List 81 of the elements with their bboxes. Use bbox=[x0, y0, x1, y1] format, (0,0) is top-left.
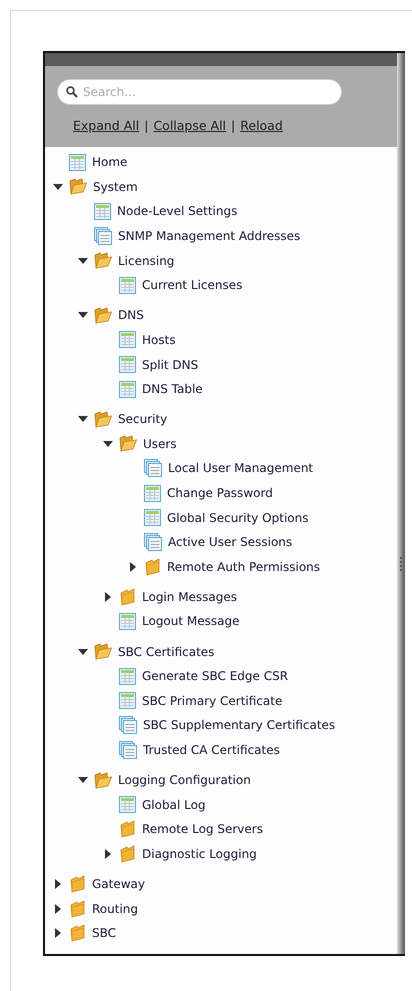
table-page-icon bbox=[69, 154, 86, 171]
table-page-icon bbox=[119, 668, 136, 685]
tree-item-label[interactable]: SBC Certificates bbox=[118, 642, 214, 661]
expand-arrow-icon[interactable] bbox=[103, 848, 113, 859]
table-page-icon bbox=[119, 796, 136, 814]
tree-item-label[interactable]: Licensing bbox=[118, 252, 174, 270]
folder-icon bbox=[69, 900, 86, 918]
table-page-icon bbox=[119, 356, 136, 374]
tree-item-label[interactable]: Login Messages bbox=[142, 588, 238, 606]
tree-item-label[interactable]: Current Licenses bbox=[142, 276, 242, 294]
open-folder-icon bbox=[94, 252, 112, 270]
table-page-icon bbox=[119, 276, 136, 294]
tree-item-label[interactable]: System bbox=[93, 178, 138, 196]
tree-item-label[interactable]: SNMP Management Addresses bbox=[118, 227, 300, 246]
link-separator: | bbox=[231, 117, 236, 135]
tree-action-link[interactable]: Reload bbox=[240, 117, 283, 136]
folder-icon bbox=[69, 924, 86, 942]
link-separator: | bbox=[144, 117, 148, 135]
folder-icon bbox=[119, 844, 136, 863]
table-page-icon bbox=[119, 331, 136, 348]
tree-item-label[interactable]: Node-Level Settings bbox=[117, 202, 238, 220]
collapse-arrow-icon[interactable] bbox=[103, 438, 113, 449]
table-page-icon bbox=[119, 380, 136, 398]
collapse-arrow-icon[interactable] bbox=[53, 182, 63, 192]
expand-arrow-icon[interactable] bbox=[128, 562, 138, 572]
tree-item-label[interactable]: Change Password bbox=[167, 484, 273, 502]
scrollbar[interactable] bbox=[397, 53, 405, 954]
open-folder-icon bbox=[94, 410, 112, 428]
tree-item-label[interactable]: Logout Message bbox=[142, 612, 240, 630]
open-folder-icon bbox=[94, 306, 112, 324]
tree-item-label[interactable]: Routing bbox=[92, 900, 138, 918]
tree-action-link[interactable]: Expand All bbox=[73, 117, 140, 136]
open-folder-icon bbox=[69, 178, 87, 196]
tree-item-label[interactable]: Generate SBC Edge CSR bbox=[142, 667, 288, 686]
tree-item-label[interactable]: DNS Table bbox=[142, 380, 203, 398]
folder-icon bbox=[69, 874, 86, 893]
open-folder-icon bbox=[94, 643, 112, 660]
tree-item-label[interactable]: Logging Configuration bbox=[118, 771, 251, 790]
stacked-pages-icon bbox=[94, 227, 112, 246]
tree-item-label[interactable]: Remote Log Servers bbox=[142, 820, 263, 838]
stacked-pages-icon bbox=[144, 533, 162, 552]
stacked-pages-icon bbox=[119, 716, 137, 734]
table-page-icon bbox=[119, 692, 136, 710]
tree-action-link[interactable]: Collapse All bbox=[153, 117, 226, 136]
table-page-icon bbox=[144, 509, 161, 526]
tree-item-label[interactable]: Home bbox=[92, 153, 128, 172]
stacked-pages-icon bbox=[119, 740, 137, 759]
collapse-arrow-icon[interactable] bbox=[78, 414, 88, 424]
tree-item-label[interactable]: Gateway bbox=[92, 874, 146, 893]
tree-item-label[interactable]: Hosts bbox=[142, 330, 176, 349]
tree-item-label[interactable]: Remote Auth Permissions bbox=[167, 558, 320, 576]
expand-arrow-icon[interactable] bbox=[53, 878, 63, 889]
tree-item-label[interactable]: SBC bbox=[92, 924, 116, 942]
collapse-arrow-icon[interactable] bbox=[78, 310, 88, 320]
expand-arrow-icon[interactable] bbox=[53, 928, 63, 938]
tree-item-label[interactable]: Security bbox=[118, 410, 168, 428]
stacked-pages-icon bbox=[144, 459, 162, 478]
search-field[interactable]: Search... bbox=[57, 79, 342, 105]
table-page-icon bbox=[94, 202, 111, 220]
tree-item-label[interactable]: Diagnostic Logging bbox=[142, 844, 257, 863]
tree-item-label[interactable]: Global Log bbox=[142, 796, 206, 814]
table-page-icon bbox=[144, 484, 161, 502]
tree-item-label[interactable]: Global Security Options bbox=[167, 508, 308, 527]
tree-item-label[interactable]: Trusted CA Certificates bbox=[143, 740, 280, 759]
folder-icon bbox=[144, 558, 161, 576]
tree-item-label[interactable]: DNS bbox=[118, 306, 144, 324]
tree-item-label[interactable]: Split DNS bbox=[142, 356, 198, 374]
collapse-arrow-icon[interactable] bbox=[78, 775, 88, 786]
table-page-icon bbox=[119, 612, 136, 630]
expand-arrow-icon[interactable] bbox=[103, 592, 113, 602]
expand-arrow-icon[interactable] bbox=[53, 904, 63, 914]
collapse-arrow-icon[interactable] bbox=[78, 256, 88, 266]
tree-item-label[interactable]: SBC Primary Certificate bbox=[142, 692, 282, 710]
tree-item-label[interactable]: SBC Supplementary Certificates bbox=[143, 716, 336, 734]
open-folder-icon bbox=[119, 435, 137, 452]
collapse-arrow-icon[interactable] bbox=[78, 646, 88, 657]
folder-icon bbox=[119, 588, 136, 606]
tree-item-label[interactable]: Active User Sessions bbox=[168, 533, 292, 552]
open-folder-icon bbox=[94, 772, 112, 789]
tree-item-label[interactable]: Local User Management bbox=[168, 459, 314, 478]
tree-item-label[interactable]: Users bbox=[143, 434, 177, 453]
